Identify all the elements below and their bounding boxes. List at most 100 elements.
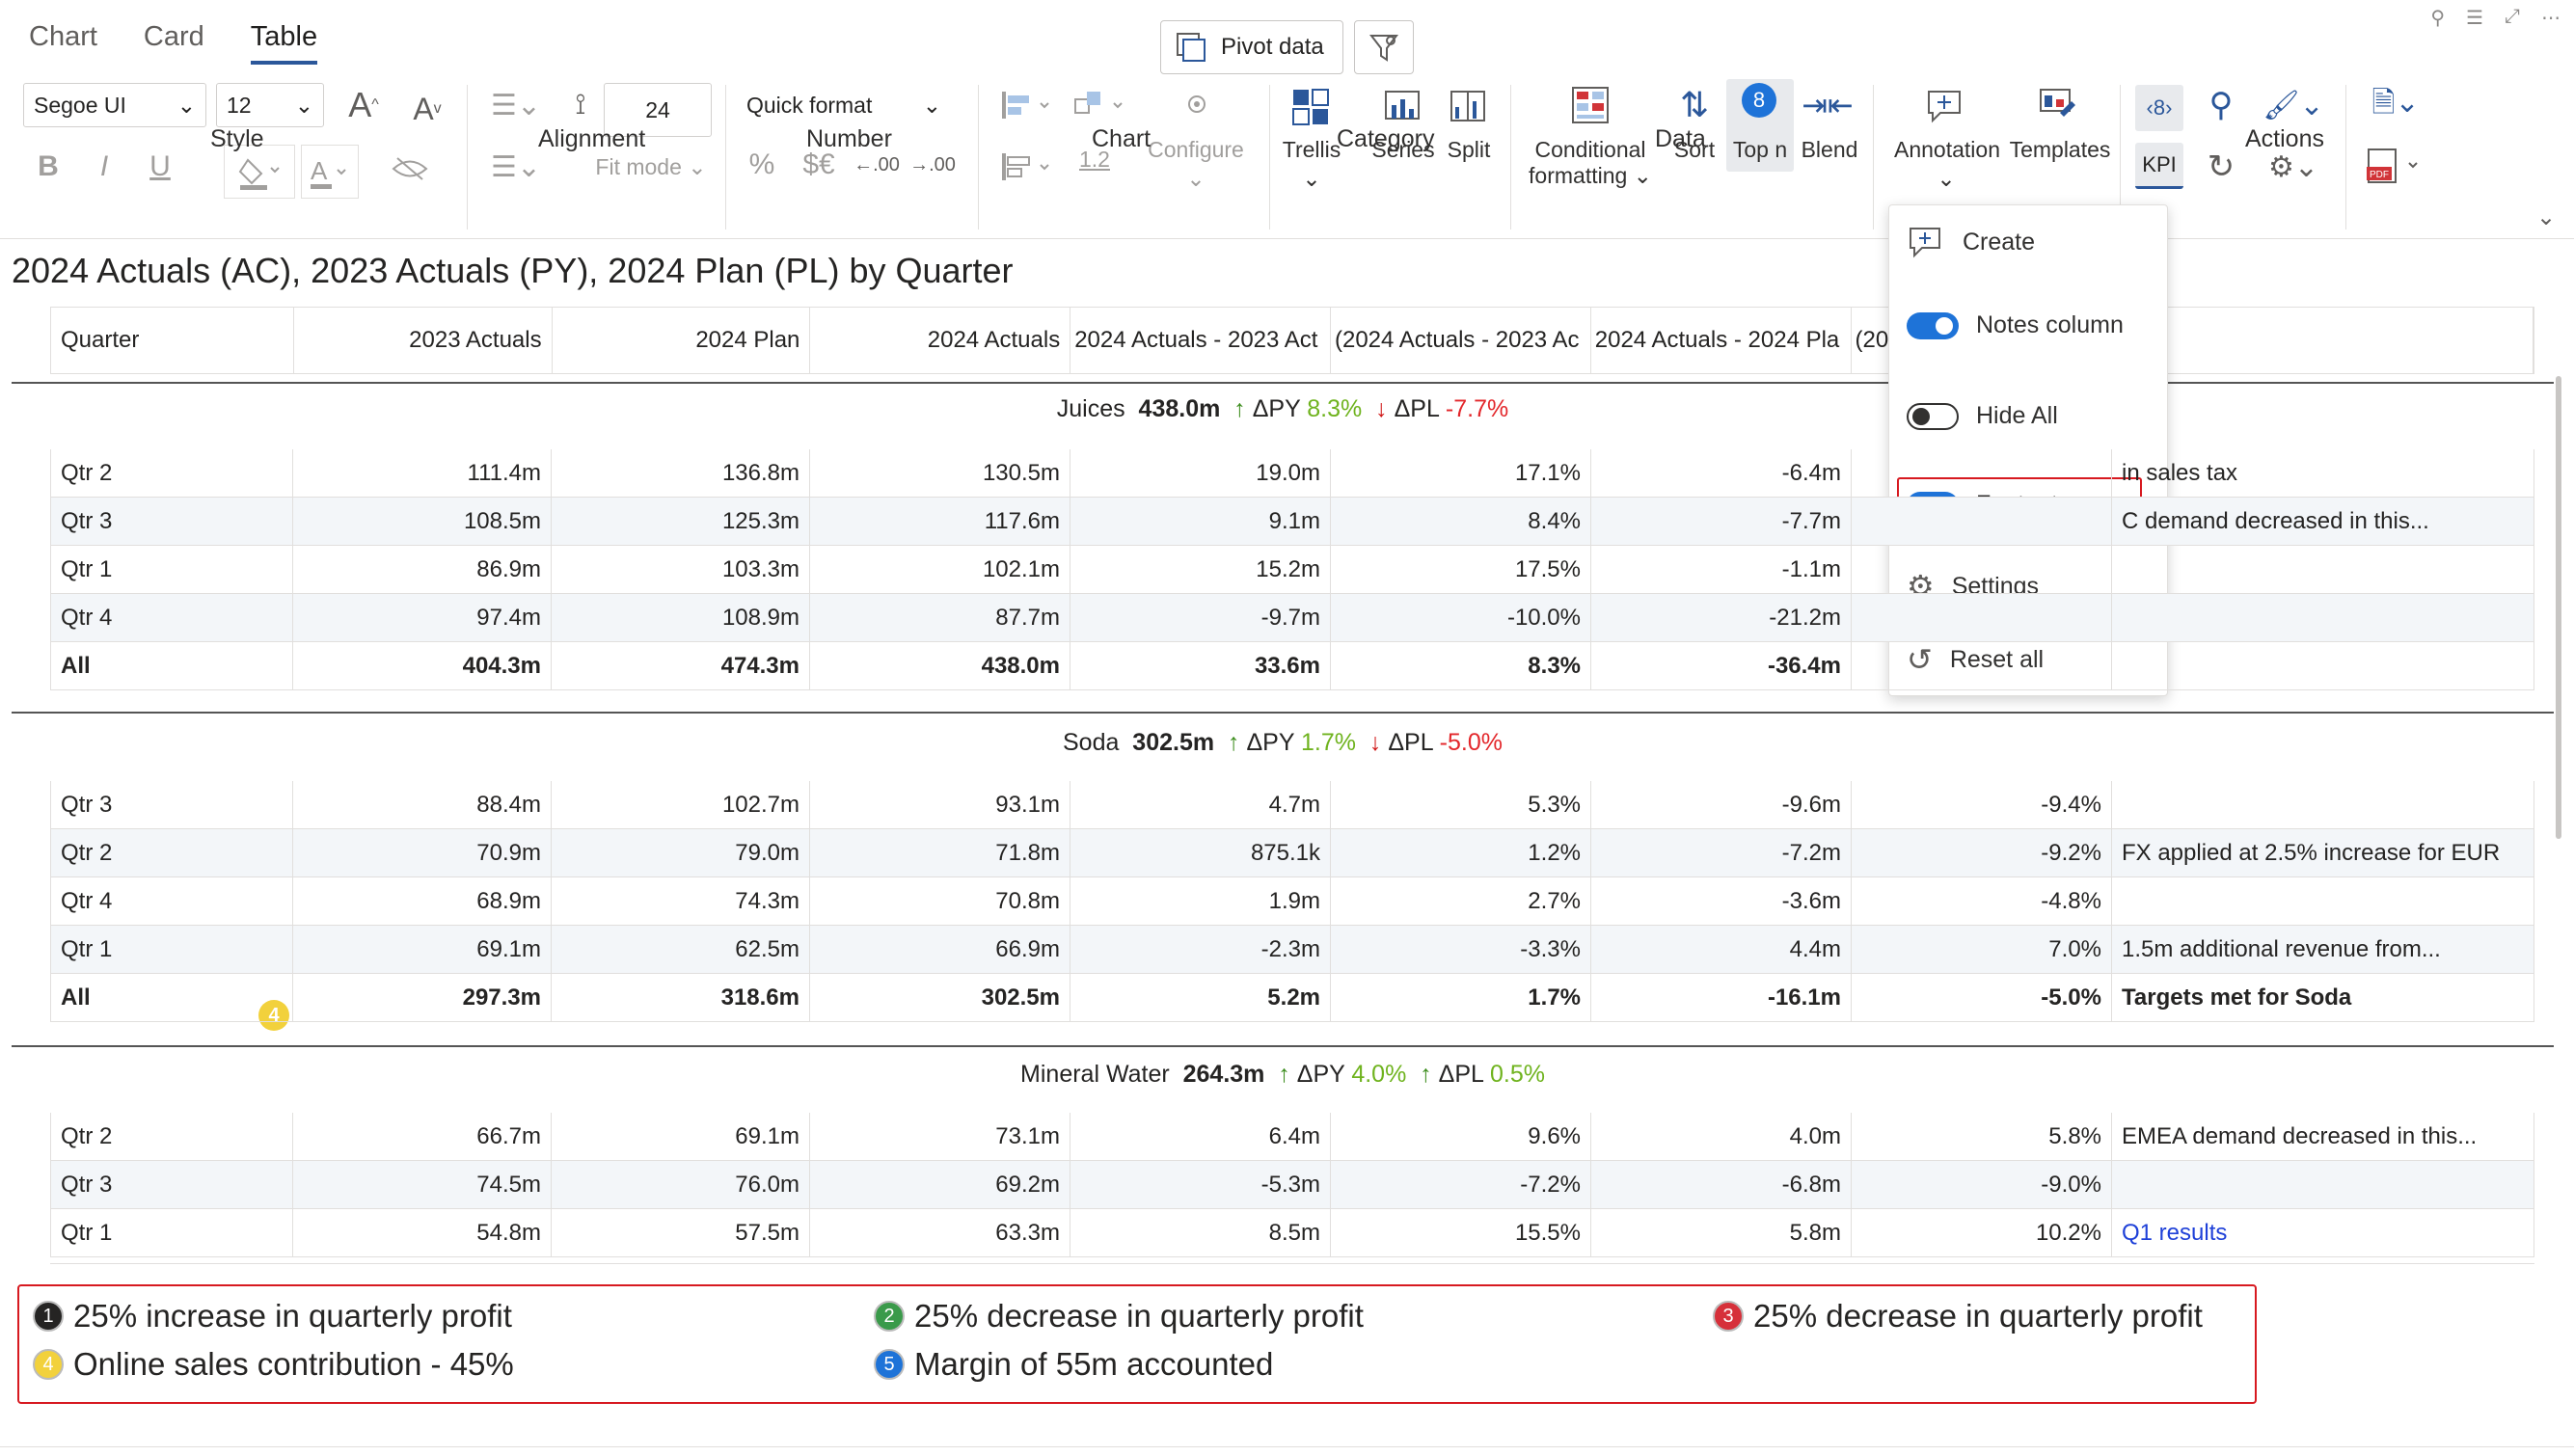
table-row[interactable]: Qtr 4 97.4m 108.9m 87.7m -9.7m -10.0% -21.2m [50, 594, 2534, 642]
pdf-export-icon[interactable]: PDF [2359, 145, 2432, 189]
value-cell: 8.4% [1331, 498, 1591, 545]
search-icon[interactable]: ⚲ [2199, 83, 2243, 127]
quick-format-select[interactable]: Quick format ⌄ [737, 83, 951, 127]
annotation-button[interactable]: Annotation [1884, 137, 2010, 163]
table-row[interactable]: Qtr 3 108.5m 125.3m 117.6m 9.1m 8.4% -7.7m C de… [50, 498, 2534, 546]
hide-all-item[interactable]: Hide All [1907, 402, 2058, 430]
quarter-cell: Qtr 4 [50, 877, 293, 925]
table-row[interactable]: Qtr 4 68.9m 74.3m 70.8m 1.9m 2.7% -3.6m -4.8% [50, 877, 2534, 926]
tab-table[interactable]: Table [250, 21, 318, 65]
decrease-font-icon[interactable]: Av [403, 87, 451, 131]
column-header[interactable]: 2024 Actuals - 2023 Act [1070, 308, 1331, 373]
value-cell: 74.3m [552, 877, 810, 925]
align-horizontal-icon[interactable]: ☰⌄ [482, 83, 550, 127]
chart-layout-icon[interactable] [1067, 83, 1134, 127]
export-settings-icon[interactable]: 🗎⌄ [2359, 83, 2432, 127]
group-actions-label: Actions [2245, 125, 2324, 152]
table-row[interactable]: Qtr 2 70.9m 79.0m 71.8m 875.1k 1.2% -7.2m -9.2%… [50, 829, 2534, 877]
percent-button[interactable]: % [743, 143, 781, 187]
vertical-scrollbar[interactable] [2556, 376, 2561, 839]
table-total-row[interactable]: All 297.3m 318.6m 302.5m 5.2m 1.7% -16.1m -5.0%… [50, 974, 2534, 1022]
italic-button[interactable]: I [85, 145, 123, 189]
kpi-button[interactable]: KPI [2135, 143, 2183, 189]
notes-column-toggle[interactable] [1907, 311, 1959, 339]
bottom-divider [0, 1446, 2574, 1447]
conditional-formatting-button[interactable]: Conditional formatting ⌄ [1522, 137, 1659, 189]
notes-cell: Targets met for Soda [2112, 974, 2534, 1021]
table-row[interactable]: Qtr 1 69.1m 62.5m 66.9m -2.3m -3.3% 4.4m 7.0% 1.… [50, 926, 2534, 974]
footnote-item[interactable]: 3 25% decrease in quarterly profit [1713, 1298, 2203, 1335]
footnote-item[interactable]: 4 Online sales contribution - 45% [33, 1346, 514, 1383]
increase-decimal-button[interactable]: → .00 [909, 143, 956, 187]
pin-icon[interactable]: ⚲ [2430, 6, 2445, 30]
column-header[interactable]: 2023 Actuals [294, 308, 553, 373]
partial-row [50, 1263, 2534, 1277]
table-row[interactable]: Qtr 3 88.4m 102.7m 93.1m 4.7m 5.3% -9.6m -9.4% [50, 781, 2534, 829]
top-n-badge: 8 [1742, 83, 1776, 118]
group-alignment-label: Alignment [538, 125, 646, 152]
pivot-data-button[interactable]: Pivot data [1160, 20, 1343, 74]
quick-format-value: Quick format [746, 92, 873, 118]
bar-size-icon[interactable] [993, 145, 1061, 189]
value-cell: 7.0% [1852, 926, 2112, 973]
ribbon-separator [725, 85, 726, 229]
footnote-item[interactable]: 5 Margin of 55m accounted [874, 1346, 1273, 1383]
font-color-button[interactable]: A [301, 145, 359, 199]
bold-button[interactable]: B [29, 145, 68, 189]
footnote-number: 3 [1713, 1301, 1744, 1332]
expand-icon[interactable]: ⤢ [2505, 6, 2520, 30]
quarter-cell: All [50, 974, 293, 1021]
ribbon-separator [978, 85, 979, 229]
value-cell: 102.1m [810, 546, 1070, 593]
underline-button[interactable]: U [141, 145, 179, 189]
table-row[interactable]: Qtr 1 86.9m 103.3m 102.1m 15.2m 17.5% -1.1m [50, 546, 2534, 594]
value-cell: 5.8% [1852, 1113, 2112, 1160]
font-family-select[interactable]: Segoe UI ⌄ [23, 83, 206, 127]
table-row[interactable]: Qtr 2 111.4m 136.8m 130.5m 19.0m 17.1% -6.4m in… [50, 449, 2534, 498]
column-header[interactable]: 2024 Actuals - 2024 Pla [1591, 308, 1852, 373]
column-header[interactable]: Quarter [51, 308, 294, 373]
filter-settings-button[interactable] [1354, 20, 1414, 74]
fit-mode-select[interactable]: Fit mode ⌄ [588, 154, 714, 180]
notes-column-item[interactable]: Notes column [1907, 311, 2124, 339]
footnote-text: 25% decrease in quarterly profit [1753, 1298, 2203, 1334]
format-painter-icon[interactable]: 🖌⌄ [2257, 83, 2330, 127]
collapse-ribbon-icon[interactable]: ⌄ [2527, 202, 2565, 231]
templates-button[interactable]: Templates [2006, 137, 2114, 163]
table-row[interactable]: Qtr 3 74.5m 76.0m 69.2m -5.3m -7.2% -6.8m -9.0% [50, 1161, 2534, 1209]
value-cell: -7.2m [1591, 829, 1852, 876]
tab-chart[interactable]: Chart [29, 21, 97, 65]
code-view-button[interactable]: ‹8› [2135, 85, 2183, 131]
increase-font-icon[interactable]: A ^ [339, 83, 388, 127]
value-cell: -9.6m [1591, 781, 1852, 828]
tab-card[interactable]: Card [144, 21, 204, 65]
column-header[interactable]: 2024 Plan [553, 308, 811, 373]
font-size-select[interactable]: 12 ⌄ [216, 83, 324, 127]
table-total-row[interactable]: All 404.3m 474.3m 438.0m 33.6m 8.3% -36.4m [50, 642, 2534, 690]
more-options-icon[interactable]: ⋯ [2541, 6, 2560, 30]
value-cell: 117.6m [810, 498, 1070, 545]
bar-layout-icon[interactable] [993, 83, 1061, 127]
refresh-icon[interactable]: ↻ [2199, 145, 2243, 189]
split-button[interactable]: Split [1437, 137, 1501, 163]
column-header[interactable]: es [2111, 308, 2533, 373]
value-cell: 318.6m [552, 974, 810, 1021]
column-header[interactable]: 2024 Actuals [810, 308, 1071, 373]
create-annotation-item[interactable]: Create [1907, 223, 2035, 261]
value-cell [1852, 449, 2112, 497]
value-cell: 9.6% [1331, 1113, 1591, 1160]
configure-button[interactable]: Configure [1138, 137, 1254, 163]
column-header[interactable]: (2024 Actuals - 2023 Ac [1331, 308, 1591, 373]
footnote-item[interactable]: 1 25% increase in quarterly profit [33, 1298, 512, 1335]
value-cell: 88.4m [293, 781, 552, 828]
blend-button[interactable]: Blend [1796, 137, 1863, 163]
hide-icon[interactable] [386, 145, 434, 193]
table-row[interactable]: Qtr 2 66.7m 69.1m 73.1m 6.4m 9.6% 4.0m 5.8% EMEA… [50, 1113, 2534, 1161]
value-cell: -21.2m [1591, 594, 1852, 641]
footnote-item[interactable]: 2 25% decrease in quarterly profit [874, 1298, 1364, 1335]
filter-lines-icon[interactable]: ☰ [2466, 6, 2483, 30]
quarter-cell: Qtr 3 [50, 1161, 293, 1208]
table-row[interactable]: Qtr 1 54.8m 57.5m 63.3m 8.5m 15.5% 5.8m 10.2% Q1… [50, 1209, 2534, 1257]
value-cell: -5.3m [1070, 1161, 1331, 1208]
hide-all-toggle[interactable] [1907, 402, 1959, 430]
